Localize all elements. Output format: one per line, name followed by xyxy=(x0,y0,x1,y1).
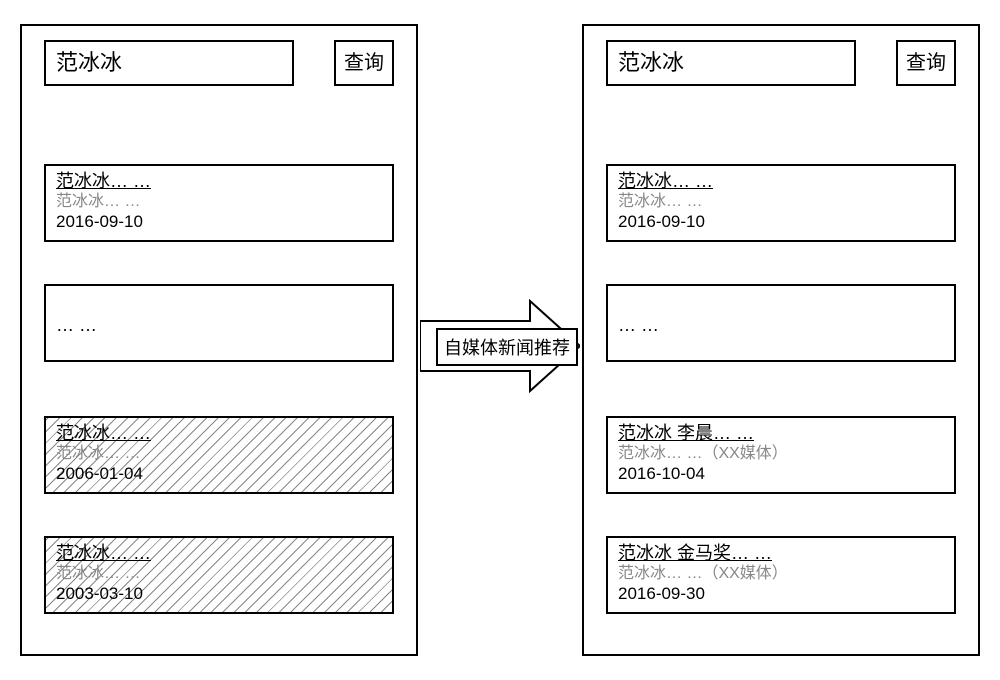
search-input[interactable]: 范冰冰 xyxy=(44,40,294,86)
result-subtitle: 范冰冰… …（XX媒体） xyxy=(618,444,944,464)
search-row: 范冰冰 查询 xyxy=(44,40,394,86)
result-title: 范冰冰… … xyxy=(56,422,382,444)
result-date: 2016-09-10 xyxy=(618,212,944,232)
transition-arrow: 自媒体新闻推荐 xyxy=(420,296,580,396)
search-button[interactable]: 查询 xyxy=(334,40,394,86)
result-date: 2016-10-04 xyxy=(618,464,944,484)
result-date: 2016-09-10 xyxy=(56,212,382,232)
result-subtitle: 范冰冰… … xyxy=(56,444,382,464)
result-subtitle: 范冰冰… … xyxy=(56,564,382,584)
result-card[interactable]: 范冰冰… … 范冰冰… … 2016-09-10 xyxy=(606,164,956,242)
result-card-ellipsis: … … xyxy=(44,284,394,362)
result-card-recommended[interactable]: 范冰冰 李晨… … 范冰冰… …（XX媒体） 2016-10-04 xyxy=(606,416,956,494)
result-card-recommended[interactable]: 范冰冰 金马奖… … 范冰冰… …（XX媒体） 2016-09-30 xyxy=(606,536,956,614)
panel-after: 范冰冰 查询 范冰冰… … 范冰冰… … 2016-09-10 … … 范冰冰 … xyxy=(582,24,980,656)
result-title: 范冰冰 金马奖… … xyxy=(618,542,944,564)
search-button[interactable]: 查询 xyxy=(896,40,956,86)
result-subtitle: 范冰冰… …（XX媒体） xyxy=(618,564,944,584)
ellipsis-text: … … xyxy=(56,290,382,360)
result-title: 范冰冰… … xyxy=(56,170,382,192)
result-title: 范冰冰 李晨… … xyxy=(618,422,944,444)
arrow-label: 自媒体新闻推荐 xyxy=(436,328,578,366)
result-subtitle: 范冰冰… … xyxy=(56,192,382,212)
ellipsis-text: … … xyxy=(618,290,944,360)
search-row: 范冰冰 查询 xyxy=(606,40,956,86)
result-date: 2006-01-04 xyxy=(56,464,382,484)
result-date: 2003-03-10 xyxy=(56,584,382,604)
result-card[interactable]: 范冰冰… … 范冰冰… … 2016-09-10 xyxy=(44,164,394,242)
result-date: 2016-09-30 xyxy=(618,584,944,604)
panel-before: 范冰冰 查询 范冰冰… … 范冰冰… … 2016-09-10 … … 范冰冰…… xyxy=(20,24,418,656)
result-card-stale[interactable]: 范冰冰… … 范冰冰… … 2006-01-04 xyxy=(44,416,394,494)
result-card-ellipsis: … … xyxy=(606,284,956,362)
result-title: 范冰冰… … xyxy=(618,170,944,192)
result-title: 范冰冰… … xyxy=(56,542,382,564)
result-card-stale[interactable]: 范冰冰… … 范冰冰… … 2003-03-10 xyxy=(44,536,394,614)
result-subtitle: 范冰冰… … xyxy=(618,192,944,212)
search-input[interactable]: 范冰冰 xyxy=(606,40,856,86)
